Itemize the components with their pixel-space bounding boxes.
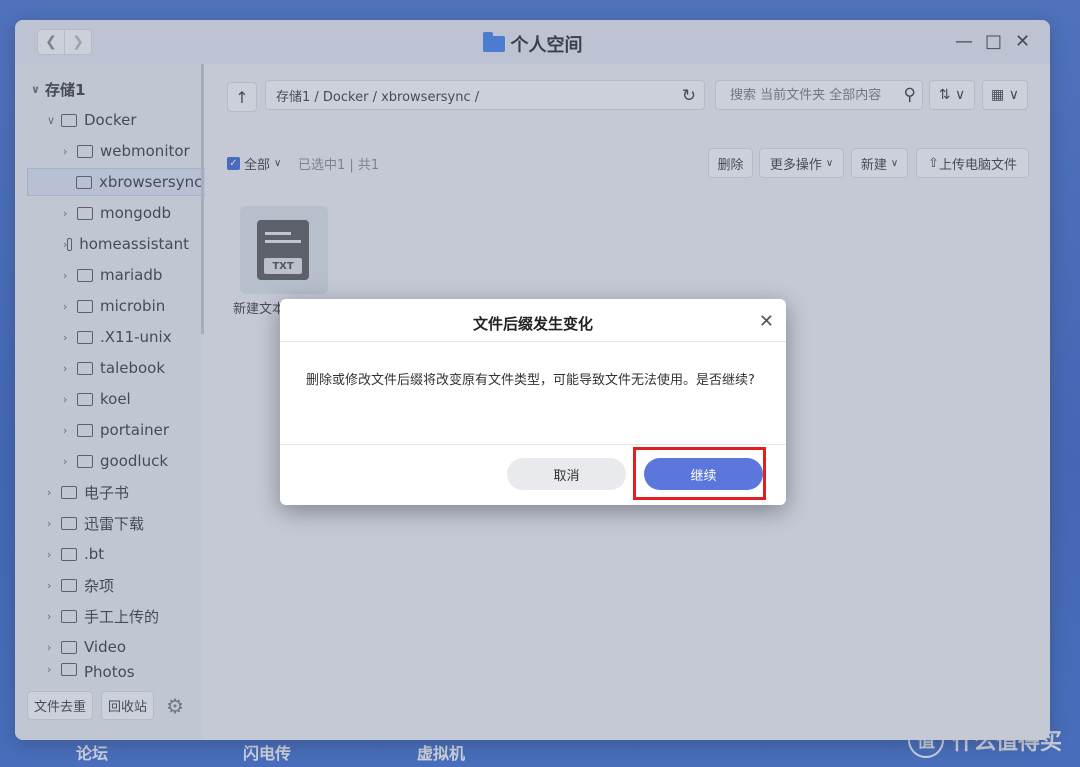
divider (280, 444, 786, 445)
suffix-change-dialog: 文件后缀发生变化 ✕ 删除或修改文件后缀将改变原有文件类型，可能导致文件无法使用… (280, 299, 786, 505)
dialog-title: 文件后缀发生变化 (472, 315, 593, 333)
highlight-box (633, 447, 766, 500)
divider (280, 341, 786, 342)
cancel-button[interactable]: 取消 (507, 458, 626, 490)
dialog-message: 删除或修改文件后缀将改变原有文件类型，可能导致文件无法使用。是否继续? (306, 373, 755, 388)
close-icon[interactable]: ✕ (759, 311, 774, 332)
